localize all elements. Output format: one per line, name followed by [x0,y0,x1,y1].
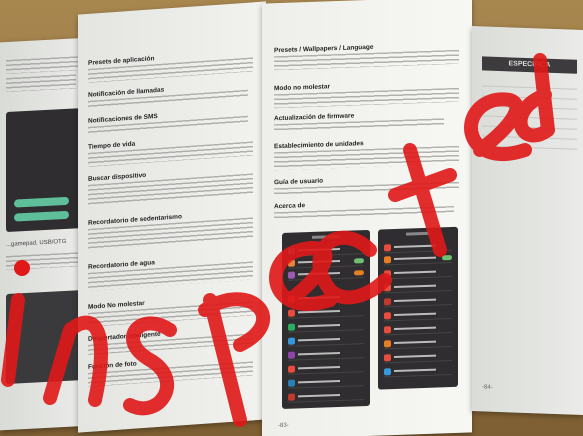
watermark-dot [14,260,30,276]
photo-scene: ...gamepad, USB/OTG Presets de aplicació… [0,0,583,436]
watermark-stroke [1,293,25,387]
watermark-stroke [43,315,108,407]
watermark-stroke [388,143,457,257]
watermark-stroke [198,292,271,427]
watermark-stroke [513,53,555,143]
inspected-watermark [1,53,555,427]
watermark-stroke [123,316,177,416]
